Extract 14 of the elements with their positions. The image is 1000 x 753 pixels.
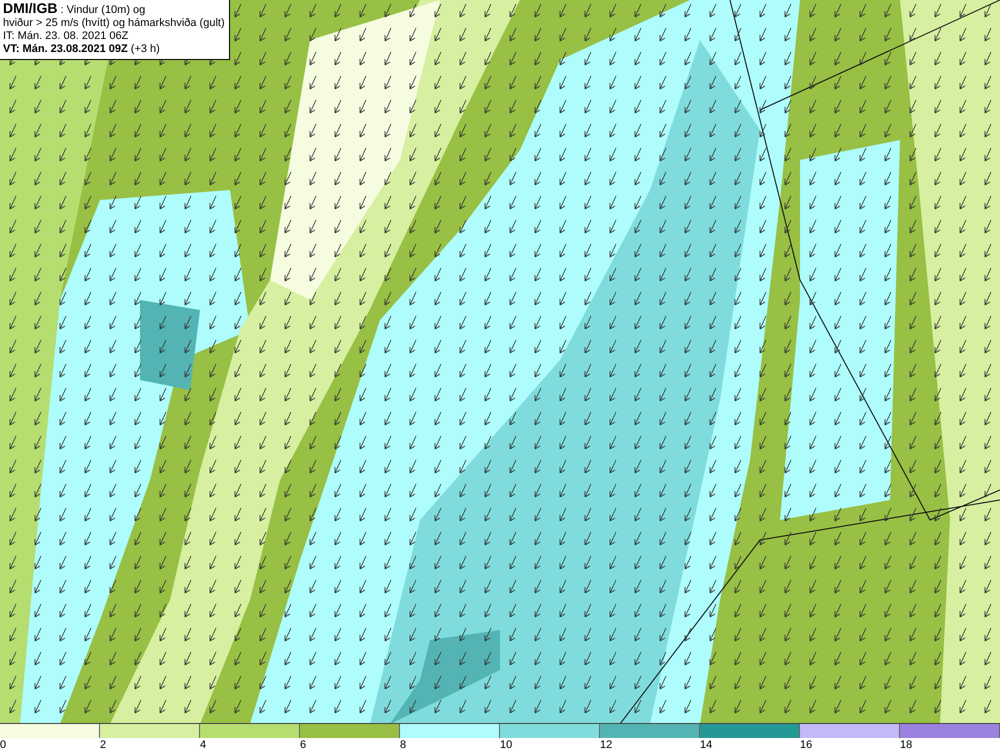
info-text: IT: Mán. 23. 08. 2021 06Z <box>3 30 130 43</box>
info-text: DMI/IGB : Vindur (10m) og <box>3 2 146 17</box>
legend-label: 18 <box>900 738 912 753</box>
info-text: hviður > 25 m/s (hvítt) og hámarkshviða (gult) <box>3 17 225 30</box>
legend-label: 6 <box>300 738 306 753</box>
legend-label: 16 <box>800 738 812 753</box>
legend-label: 8 <box>400 738 406 753</box>
legend-label: 2 <box>100 738 106 753</box>
legend-label: 14 <box>700 738 712 753</box>
info-text: VT: Mán. 23.08.2021 09Z (+3 h) <box>3 43 161 56</box>
legend-label: 12 <box>600 738 612 753</box>
legend-label: 10 <box>500 738 512 753</box>
legend-label: 0 <box>0 738 6 753</box>
legend-label: 4 <box>200 738 206 753</box>
